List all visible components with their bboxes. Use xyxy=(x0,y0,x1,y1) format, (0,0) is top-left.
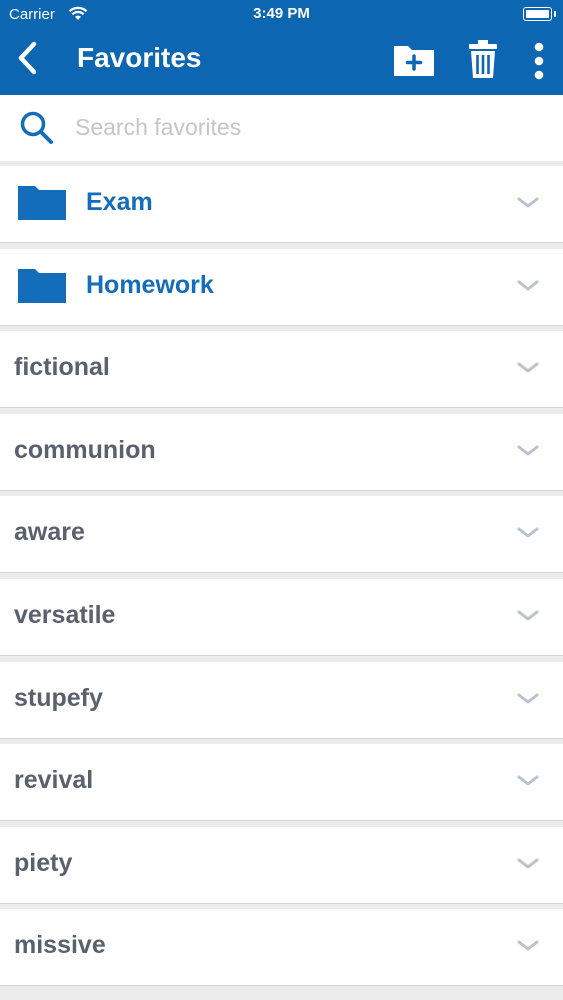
more-button[interactable] xyxy=(522,36,556,82)
folder-row-homework[interactable]: Homework xyxy=(0,248,563,326)
word-row[interactable]: piety xyxy=(0,826,563,904)
word-label: aware xyxy=(14,518,85,547)
chevron-down-icon[interactable] xyxy=(517,858,539,870)
trash-icon xyxy=(469,40,497,78)
search-bar xyxy=(0,95,563,161)
chevron-down-icon[interactable] xyxy=(517,362,539,374)
word-label: revival xyxy=(14,766,94,795)
chevron-down-icon[interactable] xyxy=(517,775,539,787)
new-folder-icon xyxy=(394,46,434,76)
word-row[interactable]: stupefy xyxy=(0,661,563,739)
chevron-down-icon[interactable] xyxy=(517,445,539,457)
back-icon xyxy=(18,41,37,75)
word-label: communion xyxy=(14,435,156,464)
word-row[interactable]: communion xyxy=(0,413,563,491)
word-row[interactable]: fictional xyxy=(0,331,563,409)
word-label: missive xyxy=(14,931,106,960)
battery-icon xyxy=(523,7,556,21)
word-row[interactable]: revival xyxy=(0,744,563,822)
chevron-down-icon[interactable] xyxy=(517,610,539,622)
folder-label: Homework xyxy=(86,270,214,299)
more-vertical-icon xyxy=(534,42,544,80)
word-label: stupefy xyxy=(14,683,103,712)
word-label: fictional xyxy=(14,353,110,382)
app-header: Carrier 3:49 PM Favorites xyxy=(0,0,563,95)
page-title: Favorites xyxy=(77,42,202,73)
folder-icon xyxy=(18,186,66,220)
delete-button[interactable] xyxy=(460,36,506,82)
status-time: 3:49 PM xyxy=(253,5,310,22)
chevron-down-icon[interactable] xyxy=(517,527,539,539)
folder-icon xyxy=(18,268,66,303)
search-icon xyxy=(20,111,53,144)
chevron-down-icon[interactable] xyxy=(517,197,539,209)
favorites-list: Exam Homework fictional communion aware … xyxy=(0,166,563,992)
word-label: versatile xyxy=(14,600,116,629)
word-row[interactable]: aware xyxy=(0,496,563,574)
search-input[interactable] xyxy=(75,111,535,143)
status-bar: Carrier 3:49 PM xyxy=(0,0,563,30)
chevron-down-icon[interactable] xyxy=(517,280,539,292)
folder-row-exam[interactable]: Exam xyxy=(0,166,563,243)
nav-bar: Favorites xyxy=(0,30,563,95)
word-row[interactable]: missive xyxy=(0,909,563,987)
back-button[interactable] xyxy=(12,38,48,78)
new-folder-button[interactable] xyxy=(391,36,437,82)
folder-label: Exam xyxy=(86,188,153,216)
chevron-down-icon[interactable] xyxy=(517,693,539,705)
chevron-down-icon[interactable] xyxy=(517,940,539,952)
word-row[interactable]: versatile xyxy=(0,578,563,656)
word-label: piety xyxy=(14,848,73,877)
